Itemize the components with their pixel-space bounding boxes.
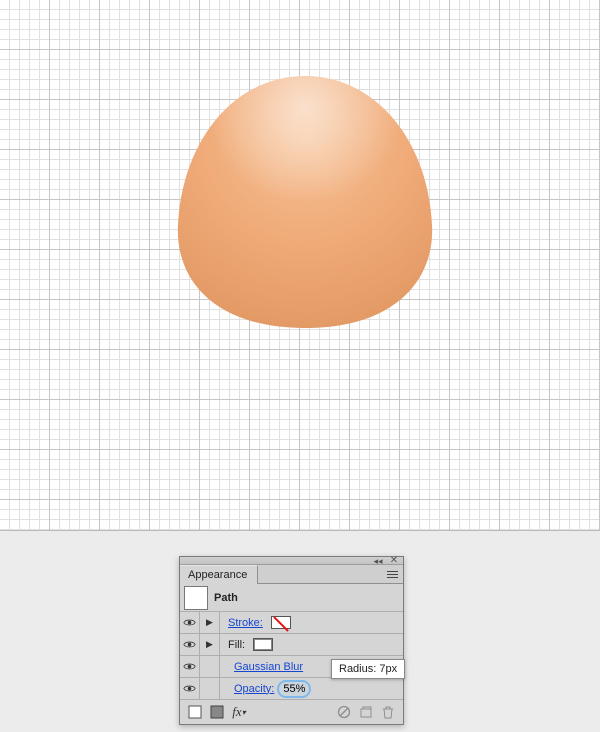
visibility-toggle-blur[interactable]: [180, 656, 200, 677]
eye-icon: [183, 640, 196, 649]
visibility-toggle-stroke[interactable]: [180, 612, 200, 633]
duplicate-item-icon[interactable]: [355, 702, 377, 722]
radius-tooltip: Radius: 7px: [331, 659, 405, 679]
appearance-tab[interactable]: Appearance: [180, 565, 258, 584]
fill-swatch-white[interactable]: [253, 638, 273, 651]
stroke-row[interactable]: ▶ Stroke:: [180, 612, 403, 634]
canvas-grid[interactable]: [0, 0, 600, 531]
selection-thumbnail: [184, 586, 208, 610]
clear-appearance-icon[interactable]: [333, 702, 355, 722]
eye-icon: [183, 618, 196, 627]
visibility-toggle-opacity[interactable]: [180, 678, 200, 699]
opacity-label[interactable]: Opacity:55%: [220, 680, 311, 698]
opacity-value-circled[interactable]: 55%: [277, 680, 311, 698]
expand-stroke[interactable]: ▶: [200, 612, 220, 633]
panel-tab-row: Appearance: [180, 565, 403, 584]
appearance-panel: ◂◂ ✕ Appearance Path ▶ Stroke:: [179, 556, 404, 725]
appearance-header-row[interactable]: Path: [180, 584, 403, 612]
eye-icon: [183, 662, 196, 671]
delete-icon[interactable]: [377, 702, 399, 722]
opacity-link[interactable]: Opacity:: [234, 683, 274, 695]
effect-spacer: [200, 656, 220, 677]
panel-titlebar[interactable]: ◂◂ ✕: [180, 557, 403, 565]
gaussian-blur-label[interactable]: Gaussian Blur: [220, 661, 303, 673]
new-art-basic-icon[interactable]: [184, 702, 206, 722]
stroke-swatch-none[interactable]: [271, 616, 291, 629]
opacity-spacer: [200, 678, 220, 699]
fx-icon[interactable]: fx▾: [228, 702, 250, 722]
eye-icon: [183, 684, 196, 693]
panel-menu-icon[interactable]: [383, 567, 401, 581]
fill-row[interactable]: ▶ Fill:: [180, 634, 403, 656]
new-art-maintain-icon[interactable]: [206, 702, 228, 722]
stroke-label[interactable]: Stroke:: [220, 617, 263, 629]
visibility-toggle-fill[interactable]: [180, 634, 200, 655]
fill-label: Fill:: [220, 639, 245, 651]
appearance-object-label: Path: [214, 592, 238, 604]
panel-bottom-bar: fx▾: [180, 700, 403, 724]
orange-blob-shape[interactable]: [170, 70, 440, 340]
opacity-row[interactable]: Opacity:55%: [180, 678, 403, 700]
expand-fill[interactable]: ▶: [200, 634, 220, 655]
